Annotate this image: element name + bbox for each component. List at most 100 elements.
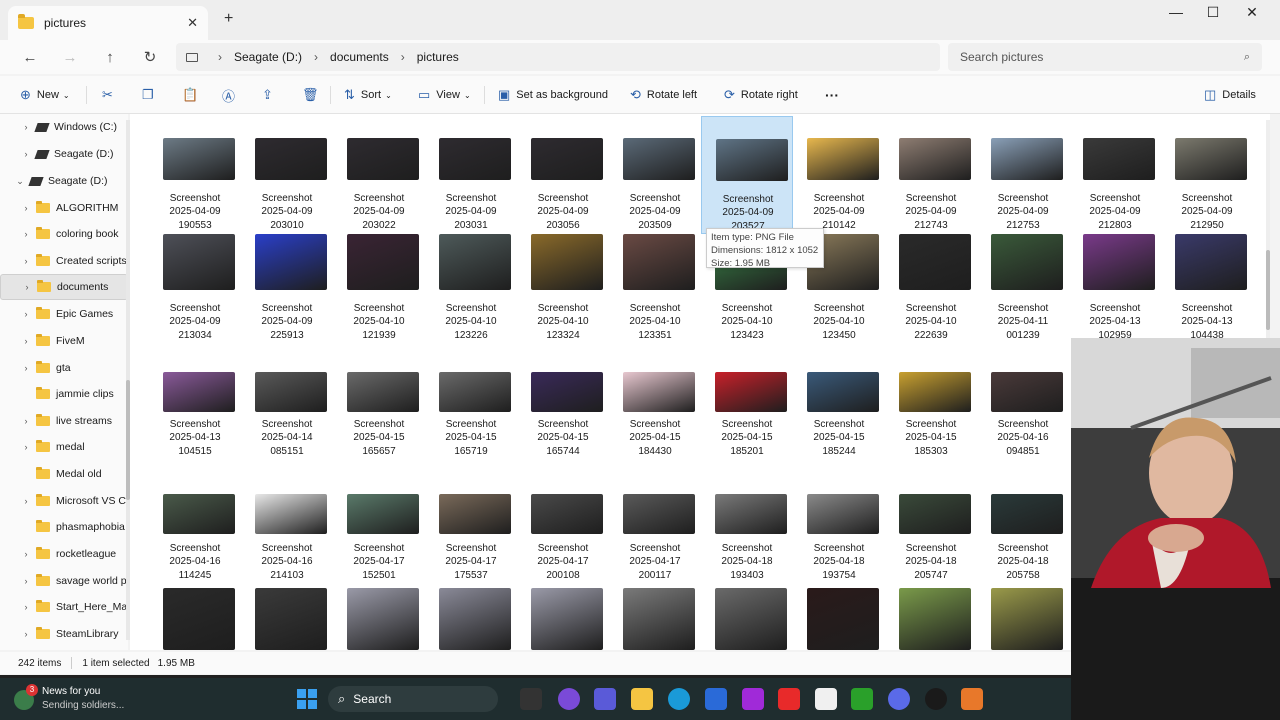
file-item[interactable]: Screenshot 2025-04-09 190553 bbox=[149, 116, 241, 234]
file-item[interactable]: Screenshot 2025-04-09 212753 bbox=[977, 116, 1069, 234]
sidebar-item-seagate-d-[interactable]: › Seagate (D:) bbox=[0, 141, 128, 167]
new-button[interactable]: ⊕ New ⌄ bbox=[20, 76, 70, 114]
sidebar-item-coloring-book[interactable]: › coloring book bbox=[0, 221, 128, 247]
file-item[interactable]: Screenshot 2025-04-15 165744 bbox=[517, 346, 609, 464]
chevron-icon[interactable]: › bbox=[20, 602, 32, 612]
refresh-button[interactable]: ↻ bbox=[130, 48, 170, 66]
file-item[interactable]: Screenshot 2025-04-09 203527 bbox=[701, 116, 793, 234]
file-item[interactable]: Screenshot 2025-04-17 175537 bbox=[425, 470, 517, 588]
app-icon[interactable] bbox=[742, 688, 764, 710]
file-item[interactable]: Screenshot 2025-04-09 210142 bbox=[793, 116, 885, 234]
sidebar-item-medal[interactable]: › medal bbox=[0, 434, 128, 460]
file-item[interactable]: Screenshot 2025-04-16 214103 bbox=[241, 470, 333, 588]
game-icon[interactable] bbox=[925, 688, 947, 710]
sidebar-item-seagate-d-[interactable]: ⌄ Seagate (D:) bbox=[0, 168, 128, 194]
file-item[interactable]: Screenshot 2025-04-09 203010 bbox=[241, 116, 333, 234]
file-item[interactable]: Screenshot 2025-04-10 123226 bbox=[425, 226, 517, 344]
view-button[interactable]: ▭ View ⌄ bbox=[418, 76, 471, 114]
sidebar-item-phasmaphobia[interactable]: phasmaphobia bbox=[0, 514, 128, 540]
file-item[interactable]: Screenshot 2025-04-09 212950 bbox=[1161, 116, 1253, 234]
sidebar-item-start-here-ma[interactable]: › Start_Here_Ma bbox=[0, 594, 128, 620]
file-item[interactable]: Screenshot 2025-04-15 185244 bbox=[793, 346, 885, 464]
file-grid-scrollbar[interactable] bbox=[1266, 120, 1270, 338]
start-button[interactable] bbox=[296, 688, 318, 710]
sidebar-item-fivem[interactable]: › FiveM bbox=[0, 328, 128, 354]
more-options-button[interactable]: ··· bbox=[825, 76, 839, 114]
file-item[interactable]: Screenshot 2025-04-18 193403 bbox=[701, 470, 793, 588]
file-item[interactable]: Screenshot 2025-04-13 102959 bbox=[1069, 226, 1161, 344]
file-item[interactable]: Screenshot 2025-04-17 200108 bbox=[517, 470, 609, 588]
file-item[interactable]: Screenshot 2025-04-16 094851 bbox=[977, 346, 1069, 464]
file-item[interactable]: Screenshot 2025-04-17 200117 bbox=[609, 470, 701, 588]
file-explorer-icon[interactable] bbox=[631, 688, 653, 710]
chevron-icon[interactable]: › bbox=[20, 203, 32, 213]
taskbar-search[interactable]: ⌕ Search bbox=[328, 686, 498, 712]
set-as-background-button[interactable]: ▣ Set as background bbox=[498, 76, 608, 114]
sidebar-item-microsoft-vs-c[interactable]: › Microsoft VS C bbox=[0, 488, 128, 514]
chevron-icon[interactable]: › bbox=[20, 416, 32, 426]
amazon-icon[interactable] bbox=[815, 688, 837, 710]
file-item[interactable]: Screenshot 2025-04-09 212743 bbox=[885, 116, 977, 234]
chevron-icon[interactable]: › bbox=[20, 442, 32, 452]
sidebar-item-windows-c-[interactable]: › Windows (C:) bbox=[0, 114, 128, 140]
file-item[interactable] bbox=[793, 588, 885, 650]
sidebar-item-epic-games[interactable]: › Epic Games bbox=[0, 301, 128, 327]
file-item[interactable]: Screenshot 2025-04-13 104515 bbox=[149, 346, 241, 464]
breadcrumb-documents[interactable]: documents bbox=[330, 50, 389, 64]
delete-button[interactable]: 🗑 bbox=[302, 76, 319, 114]
maximize-button[interactable]: ☐ bbox=[1193, 4, 1233, 21]
sidebar-item-steamlibrary[interactable]: › SteamLibrary bbox=[0, 621, 128, 647]
file-item[interactable]: Screenshot 2025-04-15 185303 bbox=[885, 346, 977, 464]
copy-button[interactable]: ❐ bbox=[142, 76, 154, 114]
sidebar-item-jammie-clips[interactable]: jammie clips bbox=[0, 381, 128, 407]
search-input[interactable]: Search pictures ⌕ bbox=[948, 43, 1262, 71]
close-tab-icon[interactable]: ✕ bbox=[187, 15, 198, 31]
forward-button[interactable]: → bbox=[50, 49, 90, 66]
copilot-icon[interactable] bbox=[558, 688, 580, 710]
back-button[interactable]: ← bbox=[10, 49, 50, 66]
file-item[interactable] bbox=[609, 588, 701, 650]
file-item[interactable] bbox=[333, 588, 425, 650]
sidebar-item-live-streams[interactable]: › live streams bbox=[0, 408, 128, 434]
new-tab-button[interactable]: + bbox=[224, 10, 233, 28]
chevron-icon[interactable]: › bbox=[20, 149, 32, 159]
file-item[interactable] bbox=[425, 588, 517, 650]
chevron-icon[interactable]: › bbox=[20, 122, 32, 132]
chevron-icon[interactable]: › bbox=[20, 496, 32, 506]
file-item[interactable]: Screenshot 2025-04-10 123324 bbox=[517, 226, 609, 344]
file-item[interactable]: Screenshot 2025-04-09 225913 bbox=[241, 226, 333, 344]
file-item[interactable]: Screenshot 2025-04-09 213034 bbox=[149, 226, 241, 344]
file-item[interactable]: Screenshot 2025-04-09 203022 bbox=[333, 116, 425, 234]
file-item[interactable] bbox=[517, 588, 609, 650]
file-item[interactable]: Screenshot 2025-04-15 184430 bbox=[609, 346, 701, 464]
edge-icon[interactable] bbox=[668, 688, 690, 710]
file-item[interactable]: Screenshot 2025-04-11 001239 bbox=[977, 226, 1069, 344]
sidebar-item-medal-old[interactable]: Medal old bbox=[0, 461, 128, 487]
file-item[interactable]: Screenshot 2025-04-09 212803 bbox=[1069, 116, 1161, 234]
file-item[interactable]: Screenshot 2025-04-10 123351 bbox=[609, 226, 701, 344]
share-button[interactable]: ⇪ bbox=[262, 76, 273, 114]
store-icon[interactable] bbox=[705, 688, 727, 710]
rotate-left-button[interactable]: ⟲ Rotate left bbox=[630, 76, 697, 114]
file-item[interactable]: Screenshot 2025-04-09 203056 bbox=[517, 116, 609, 234]
sidebar-item-algorithm[interactable]: › ALGORITHM bbox=[0, 195, 128, 221]
file-item[interactable]: Screenshot 2025-04-17 152501 bbox=[333, 470, 425, 588]
news-widget[interactable]: 3 News for you Sending soldiers... bbox=[14, 682, 154, 716]
chevron-icon[interactable]: › bbox=[20, 256, 32, 266]
file-item[interactable] bbox=[885, 588, 977, 650]
sidebar-item-savage-world-p[interactable]: › savage world p bbox=[0, 568, 128, 594]
chevron-icon[interactable]: › bbox=[20, 576, 32, 586]
file-item[interactable]: Screenshot 2025-04-10 222639 bbox=[885, 226, 977, 344]
sidebar-item-documents[interactable]: › documents bbox=[0, 274, 128, 300]
rename-button[interactable]: Ⓐ bbox=[222, 76, 235, 114]
details-button[interactable]: ◫ Details bbox=[1204, 76, 1256, 114]
chevron-icon[interactable]: › bbox=[20, 629, 32, 639]
sort-button[interactable]: ⇅ Sort ⌄ bbox=[344, 76, 392, 114]
paste-button[interactable]: 📋 bbox=[182, 76, 198, 114]
file-item[interactable]: Screenshot 2025-04-18 205758 bbox=[977, 470, 1069, 588]
file-item[interactable] bbox=[241, 588, 333, 650]
file-item[interactable]: Screenshot 2025-04-18 205747 bbox=[885, 470, 977, 588]
chevron-icon[interactable]: ⌄ bbox=[14, 176, 26, 187]
cut-button[interactable]: ✂ bbox=[102, 76, 113, 114]
file-item[interactable]: Screenshot 2025-04-15 185201 bbox=[701, 346, 793, 464]
